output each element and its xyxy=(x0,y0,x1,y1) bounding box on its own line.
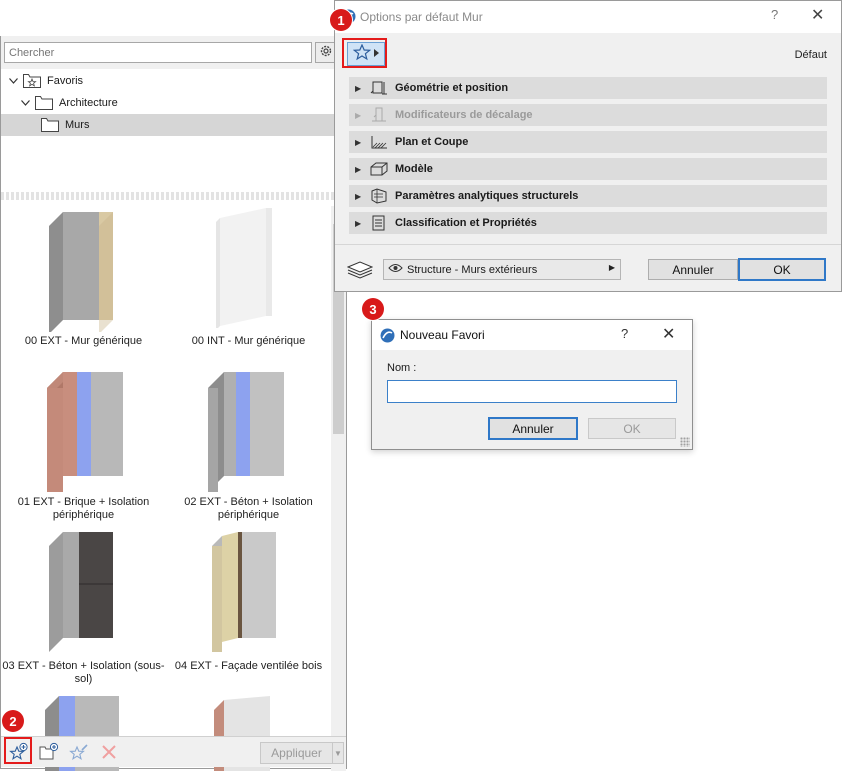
favorite-item[interactable]: 00 EXT - Mur générique xyxy=(1,206,166,356)
panel-label: Classification et Propriétés xyxy=(395,217,537,229)
tree-item-architecture[interactable]: Architecture xyxy=(1,92,346,114)
dialog-titlebar: Options par défaut Mur ? ✕ xyxy=(335,1,841,33)
dialog-titlebar: Nouveau Favori ? ✕ xyxy=(372,320,692,350)
edit-favorite-button[interactable] xyxy=(68,742,90,764)
favorite-item-label: 00 INT - Mur générique xyxy=(191,335,306,347)
chevron-right-icon: ▶ xyxy=(608,263,615,272)
model-icon xyxy=(369,160,389,178)
callout-badge-3: 3 xyxy=(362,298,384,320)
favorite-item-label: 04 EXT - Façade ventilée bois xyxy=(174,660,323,672)
apply-button[interactable]: Appliquer xyxy=(260,742,333,764)
classification-icon xyxy=(369,214,389,232)
default-label: Défaut xyxy=(794,49,827,61)
close-button[interactable]: ✕ xyxy=(662,324,675,344)
panel-parametres-analytiques[interactable]: ▶ Paramètres analytiques structurels xyxy=(349,185,827,207)
favorite-item[interactable]: 04 EXT - Façade ventilée bois xyxy=(166,532,331,692)
apply-dropdown-arrow[interactable]: ▼ xyxy=(332,742,344,764)
favorite-item-label: 02 EXT - Béton + Isolation périphérique xyxy=(184,496,313,521)
wall-preview-thumbnail xyxy=(49,212,113,332)
layer-dropdown[interactable]: Structure - Murs extérieurs ▶ xyxy=(383,259,621,280)
new-favorite-dialog: Nouveau Favori ? ✕ Nom : Annuler OK xyxy=(371,319,693,450)
new-folder-button[interactable] xyxy=(38,742,60,764)
tree-item-murs[interactable]: Murs xyxy=(1,114,346,136)
footer-divider xyxy=(335,244,841,245)
gear-icon xyxy=(319,44,333,61)
wall-preview-thumbnail xyxy=(49,532,113,652)
expand-arrow-icon[interactable]: ▶ xyxy=(355,84,363,93)
panel-label: Modificateurs de décalage xyxy=(395,109,533,121)
favorite-item[interactable]: 02 EXT - Béton + Isolation périphérique xyxy=(166,368,331,528)
chevron-down-icon[interactable] xyxy=(19,97,31,109)
callout-badge-2: 2 xyxy=(2,710,24,732)
wall-preview-thumbnail xyxy=(216,208,272,328)
cancel-button[interactable]: Annuler xyxy=(488,417,578,440)
wall-preview-thumbnail xyxy=(212,532,276,652)
splitter-handle[interactable] xyxy=(1,192,346,200)
structural-icon xyxy=(369,187,389,205)
expand-arrow-icon[interactable]: ▶ xyxy=(355,111,363,120)
panel-modele[interactable]: ▶ Modèle xyxy=(349,158,827,180)
folder-icon xyxy=(41,118,59,132)
favorites-preview-grid: 00 EXT - Mur générique 00 INT - Mur géné… xyxy=(1,206,331,771)
layer-icon xyxy=(346,259,374,282)
folder-plus-icon xyxy=(39,742,59,765)
callout-highlight-new-favorite xyxy=(4,737,32,764)
panel-label: Géométrie et position xyxy=(395,82,509,94)
favorite-item-label: 00 EXT - Mur générique xyxy=(24,335,143,347)
expand-arrow-icon[interactable]: ▶ xyxy=(355,219,363,228)
star-folder-icon xyxy=(23,74,41,88)
eye-icon xyxy=(388,263,403,276)
wall-default-settings-dialog: Options par défaut Mur ? ✕ Défaut ▶ Géom… xyxy=(334,0,842,292)
close-button[interactable]: ✕ xyxy=(811,5,824,25)
cancel-button[interactable]: Annuler xyxy=(648,259,738,280)
wall-preview-thumbnail xyxy=(47,372,123,492)
panel-label: Modèle xyxy=(395,163,433,175)
tree-item-favoris[interactable]: Favoris xyxy=(1,70,346,92)
panel-plan-coupe[interactable]: ▶ Plan et Coupe xyxy=(349,131,827,153)
favorite-item[interactable]: 00 INT - Mur générique xyxy=(166,206,331,356)
favorite-item-label: 01 EXT - Brique + Isolation périphérique xyxy=(17,496,150,521)
panel-classification-proprietes[interactable]: ▶ Classification et Propriétés xyxy=(349,212,827,234)
help-button[interactable]: ? xyxy=(621,326,628,341)
search-input[interactable] xyxy=(4,42,312,63)
callout-badge-1: 1 xyxy=(330,9,352,31)
archicad-logo-icon xyxy=(380,328,395,346)
dialog-title: Nouveau Favori xyxy=(400,328,485,342)
tree-item-label: Favoris xyxy=(47,75,84,87)
expand-arrow-icon[interactable]: ▶ xyxy=(355,138,363,147)
callout-highlight-favorites-button xyxy=(342,38,387,68)
offset-icon xyxy=(369,106,389,124)
delete-favorite-button[interactable] xyxy=(98,742,120,764)
favorite-item[interactable]: 03 EXT - Béton + Isolation (sous-sol) xyxy=(1,532,166,692)
panel-label: Paramètres analytiques structurels xyxy=(395,190,579,202)
panel-geometrie-position[interactable]: ▶ Géométrie et position xyxy=(349,77,827,99)
tree-item-label: Murs xyxy=(65,119,90,131)
favorite-item-label: 03 EXT - Béton + Isolation (sous-sol) xyxy=(2,660,165,685)
panel-label: Plan et Coupe xyxy=(395,136,469,148)
delete-x-icon xyxy=(101,744,117,763)
favorites-bottom-bar: Appliquer ▼ xyxy=(1,736,346,767)
expand-arrow-icon[interactable]: ▶ xyxy=(355,165,363,174)
favorites-toolbar xyxy=(1,36,346,69)
layer-name: Structure - Murs extérieurs xyxy=(407,263,538,276)
geometry-icon xyxy=(369,79,389,97)
dialog-title: Options par défaut Mur xyxy=(360,10,483,24)
star-edit-icon xyxy=(69,742,89,765)
folder-icon xyxy=(35,96,53,110)
resize-grip[interactable] xyxy=(680,437,690,447)
tree-item-label: Architecture xyxy=(59,97,118,109)
name-label: Nom : xyxy=(387,362,417,374)
name-input[interactable] xyxy=(387,380,677,403)
favorite-item[interactable]: 01 EXT - Brique + Isolation périphérique xyxy=(1,368,166,528)
ok-button[interactable]: OK xyxy=(588,418,676,439)
panel-modificateurs-decalage[interactable]: ▶ Modificateurs de décalage xyxy=(349,104,827,126)
favorites-palette: Favoris Architecture Murs xyxy=(0,36,347,771)
chevron-down-icon[interactable] xyxy=(7,75,19,87)
expand-arrow-icon[interactable]: ▶ xyxy=(355,192,363,201)
help-button[interactable]: ? xyxy=(771,7,778,22)
ok-button[interactable]: OK xyxy=(738,258,826,281)
plan-section-icon xyxy=(369,133,389,151)
wall-preview-thumbnail xyxy=(208,372,284,492)
